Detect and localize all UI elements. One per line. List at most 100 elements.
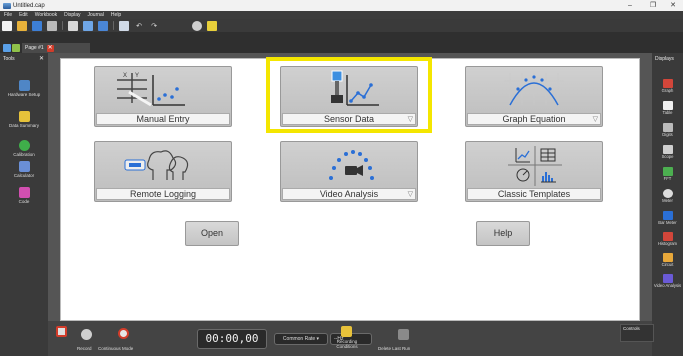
tool-label: Hardware Setup	[7, 92, 41, 97]
delete-last-run-label: Delete Last Run	[378, 346, 411, 351]
tool-hardware-setup[interactable]: Hardware Setup	[0, 80, 48, 97]
video-analysis-icon	[662, 274, 673, 283]
display-label: Graph	[661, 88, 674, 93]
image-icon[interactable]	[207, 20, 217, 31]
manual-entry-icon: X Y	[117, 73, 185, 107]
paste-icon[interactable]	[98, 20, 108, 31]
hardware-icon	[18, 80, 30, 91]
bar-meter-icon	[662, 211, 673, 220]
toolbar: ↶ ↷	[0, 19, 683, 32]
display-graph[interactable]: Graph	[652, 79, 683, 93]
display-label: Video Analysis	[653, 283, 682, 288]
card-label: Manual Entry	[96, 113, 230, 125]
card-label: Graph Equation	[467, 113, 601, 125]
display-fft[interactable]: FFT	[652, 167, 683, 181]
code-icon	[18, 187, 30, 198]
hardware-connect-icon[interactable]	[56, 326, 67, 337]
svg-text:X: X	[123, 73, 127, 79]
menu-workbook[interactable]: Workbook	[35, 12, 57, 18]
display-meter[interactable]: Meter	[652, 189, 683, 203]
card-label: Classic Templates	[467, 188, 601, 200]
save-icon[interactable]	[32, 20, 42, 31]
card-label: Remote Logging	[96, 188, 230, 200]
display-table[interactable]: Table	[652, 101, 683, 115]
page-layout-icon[interactable]	[119, 20, 129, 31]
display-circuit[interactable]: Circuit	[652, 253, 683, 267]
help-button[interactable]: Help	[476, 221, 530, 246]
display-label: Histogram	[657, 241, 678, 246]
display-histogram[interactable]: Histogram	[652, 232, 683, 246]
calibration-icon	[18, 140, 30, 151]
display-bar-meter[interactable]: Bar Meter	[652, 211, 683, 225]
minimize-button[interactable]: –	[622, 0, 638, 11]
tab-strip: Page #1 ✕	[0, 32, 683, 53]
cut-icon[interactable]	[68, 20, 78, 31]
display-video-analysis[interactable]: Video Analysis	[652, 274, 683, 288]
display-digits[interactable]: Digits	[652, 123, 683, 137]
tools-panel: Tools ✕ Hardware Setup Data Summary Cali…	[0, 53, 48, 321]
menu-help[interactable]: Help	[111, 12, 121, 18]
toolbar-separator	[113, 21, 114, 30]
tool-calibration[interactable]: Calibration	[0, 140, 48, 157]
copy-icon[interactable]	[83, 20, 93, 31]
print-icon[interactable]	[47, 20, 57, 31]
displays-panel-header: Displays	[652, 53, 683, 62]
tool-calculator[interactable]: Calculator	[0, 161, 48, 178]
display-label: Digits	[662, 132, 673, 137]
menu-bar: File Edit Workbook Display Journal Help	[0, 11, 683, 19]
common-rate-dropdown[interactable]: Common Rate ▾	[274, 333, 328, 345]
control-bar: Record Continuous Mode 00:00,00 Common R…	[0, 321, 683, 356]
menu-edit[interactable]: Edit	[19, 12, 28, 18]
maximize-button[interactable]: ❐	[645, 0, 661, 11]
chevron-down-icon[interactable]: ▽	[408, 190, 413, 198]
display-label: Table	[662, 110, 673, 115]
record-label: Record	[77, 346, 92, 351]
display-label: Bar Meter	[658, 220, 677, 225]
tools-close-icon[interactable]: ✕	[39, 55, 44, 62]
display-scope[interactable]: Scope	[652, 145, 683, 159]
tab-label: Page #1	[25, 45, 44, 51]
display-label: FFT	[663, 176, 672, 181]
continuous-mode-icon[interactable]	[118, 328, 129, 339]
tool-label: Calculator	[13, 173, 35, 178]
menu-journal[interactable]: Journal	[88, 12, 104, 18]
tool-code[interactable]: Code	[0, 187, 48, 204]
open-button[interactable]: Open	[185, 221, 239, 246]
app-icon	[3, 2, 11, 9]
open-folder-icon[interactable]	[17, 20, 27, 31]
chevron-down-icon[interactable]: ▽	[593, 115, 598, 123]
elapsed-time-display: 00:00,00	[197, 329, 267, 349]
menu-file[interactable]: File	[4, 12, 12, 18]
display-label: Scope	[661, 154, 674, 159]
redo-icon[interactable]: ↷	[149, 21, 159, 31]
tool-data-summary[interactable]: Data Summary	[0, 111, 48, 128]
card-remote-logging[interactable]: Remote Logging	[94, 141, 232, 202]
toolbar-separator	[62, 21, 63, 30]
window-title: Untitled.cap	[13, 2, 45, 9]
tab-close-icon[interactable]: ✕	[46, 44, 54, 52]
camera-icon[interactable]	[192, 20, 202, 31]
mode-label: Continuous Mode	[98, 346, 134, 351]
card-manual-entry[interactable]: X Y Manual Entry	[94, 66, 232, 127]
delete-last-run-icon[interactable]	[398, 329, 409, 340]
tab-page-1[interactable]: Page #1 ✕	[22, 43, 90, 53]
card-graph-equation[interactable]: Graph Equation ▽	[465, 66, 603, 127]
graph-equation-icon	[504, 73, 564, 106]
record-icon[interactable]	[81, 329, 92, 340]
meter-icon	[662, 189, 673, 198]
recording-conditions-icon[interactable]	[341, 326, 352, 337]
data-summary-icon	[18, 111, 30, 122]
controls-panel: Controls	[620, 324, 654, 342]
classic-templates-icon	[508, 146, 562, 186]
new-file-icon[interactable]	[2, 20, 12, 31]
close-button[interactable]: ✕	[665, 0, 681, 11]
undo-icon[interactable]: ↶	[134, 21, 144, 31]
page-icon[interactable]	[3, 44, 11, 52]
journal-icon[interactable]	[12, 44, 20, 52]
menu-display[interactable]: Display	[64, 12, 80, 18]
card-video-analysis[interactable]: Video Analysis ▽	[280, 141, 418, 202]
table-icon	[662, 101, 673, 110]
tools-panel-title: Tools	[3, 56, 15, 62]
display-label: Meter	[662, 198, 673, 203]
card-classic-templates[interactable]: Classic Templates	[465, 141, 603, 202]
